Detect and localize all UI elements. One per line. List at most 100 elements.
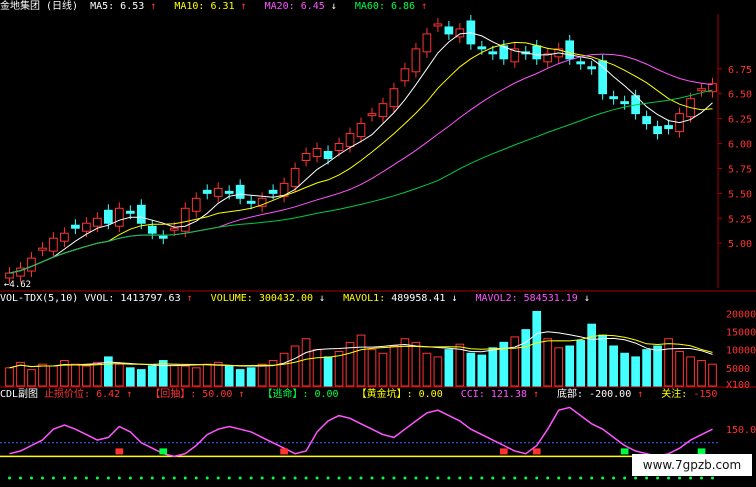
volume-bar: [290, 345, 300, 387]
ma60-arrow: ↑: [421, 1, 428, 12]
ma5-arrow: ↑: [150, 1, 157, 12]
candle-body: [312, 148, 322, 157]
mavol2-arrow: ↓: [583, 293, 590, 304]
volume-bar: [279, 352, 289, 387]
cdl-dot: [216, 476, 220, 480]
volume-bar: [653, 345, 662, 387]
volume-bar: [202, 363, 212, 387]
cdl-dot: [348, 476, 352, 480]
volume-label: VOLUME:: [210, 293, 253, 304]
vvol-arrow: ↑: [186, 293, 193, 304]
volume-bar: [565, 345, 575, 387]
cdl-dot: [315, 476, 319, 480]
stop-value: 6.42: [96, 389, 121, 400]
volume-bar: [356, 334, 366, 387]
moving-average-lines: [9, 32, 713, 274]
cdl-dot: [238, 476, 242, 480]
cdl-dot: [491, 476, 495, 480]
candle-body: [422, 33, 432, 53]
volume-bar: [147, 365, 157, 387]
candle-body: [697, 88, 706, 92]
cdl-dot: [458, 476, 462, 480]
volume-bar: [27, 369, 36, 387]
cdl-dot: [535, 476, 539, 480]
candle-body: [400, 68, 410, 82]
cdl-dot: [205, 476, 209, 480]
cdl-dot: [711, 476, 715, 480]
volume-bar: [686, 356, 695, 387]
candle-body: [213, 187, 223, 197]
candle-body: [290, 167, 300, 187]
candle-body: [268, 189, 278, 194]
volume-bar: [587, 323, 597, 387]
cdl-dot: [260, 476, 264, 480]
cci-line: [9, 406, 713, 458]
cdl-dot: [304, 476, 308, 480]
volume-bar: [631, 356, 640, 387]
vvol-value: 1413797.63: [120, 293, 181, 304]
volume-bar: [510, 336, 520, 387]
cdl-dot: [183, 476, 187, 480]
volume-bar: [180, 365, 190, 387]
price-axis: 6.75 6.50 6.25 6.00 5.75 5.50 5.25 5.00: [718, 65, 752, 250]
escape-value: 0.00: [314, 389, 339, 400]
candle-body: [82, 222, 91, 232]
cdl-dot: [579, 476, 583, 480]
candle-body: [389, 88, 399, 108]
gold-value: 0.00: [418, 389, 443, 400]
cdl-dot: [568, 476, 572, 480]
signal-marker: [115, 448, 124, 455]
volume-indicator-name: VOL-TDX(5,10): [0, 293, 79, 304]
bottom-value: -200.00: [589, 389, 632, 400]
volume-bar: [389, 345, 399, 387]
volume-bar: [93, 361, 102, 387]
vvol-label: VVOL:: [84, 293, 115, 304]
volume-bar: [71, 363, 80, 387]
candle-body: [27, 257, 36, 272]
mavol1-label: MAVOL1:: [343, 293, 386, 304]
volume-tick-label: 15000: [726, 327, 756, 338]
volume-bar: [664, 338, 673, 387]
volume-bar: [455, 343, 465, 387]
cdl-dot: [700, 476, 704, 480]
cdl-dot: [612, 476, 616, 480]
volume-bar: [378, 352, 388, 387]
cdl-dot: [524, 476, 528, 480]
candle-body: [125, 210, 135, 214]
candle-body: [433, 23, 443, 27]
cdl-dot: [95, 476, 99, 480]
candle-body: [609, 96, 618, 100]
watermark: www.7gpzb.com: [632, 454, 752, 476]
pullback-arrow: ↑: [238, 389, 245, 400]
volume-bars: [5, 310, 717, 387]
cdl-dot: [337, 476, 341, 480]
volume-bar: [49, 365, 58, 387]
cdl-title: CDL副图: [0, 389, 39, 400]
volume-bar: [576, 340, 586, 387]
mavol2-label: MAVOL2:: [475, 293, 518, 304]
candle-body: [60, 232, 69, 242]
mavol1-arrow: ↓: [451, 293, 458, 304]
volume-bar: [554, 347, 564, 387]
candlestick-series: [5, 14, 717, 285]
candle-body: [444, 26, 454, 35]
candle-body: [587, 66, 597, 70]
cdl-dot: [381, 476, 385, 480]
price-tick-label: 6.00: [728, 140, 752, 151]
volume-bar: [246, 367, 256, 387]
cdl-dot: [546, 476, 550, 480]
bottom-arrow: ↑: [637, 389, 644, 400]
cdl-dot: [271, 476, 275, 480]
volume-value: 300432.00: [258, 293, 314, 304]
period-label: (日线): [46, 1, 79, 12]
candle-body: [598, 60, 608, 95]
cdl-dot: [634, 476, 638, 480]
ma5-label: MA5:: [90, 1, 115, 12]
volume-bar: [224, 365, 234, 387]
cdl-dot: [513, 476, 517, 480]
candle-body: [378, 103, 388, 118]
cdl-dot: [282, 476, 286, 480]
cdl-dot: [656, 476, 660, 480]
volume-tick-label: X100: [726, 380, 750, 391]
volume-bar: [675, 350, 684, 387]
